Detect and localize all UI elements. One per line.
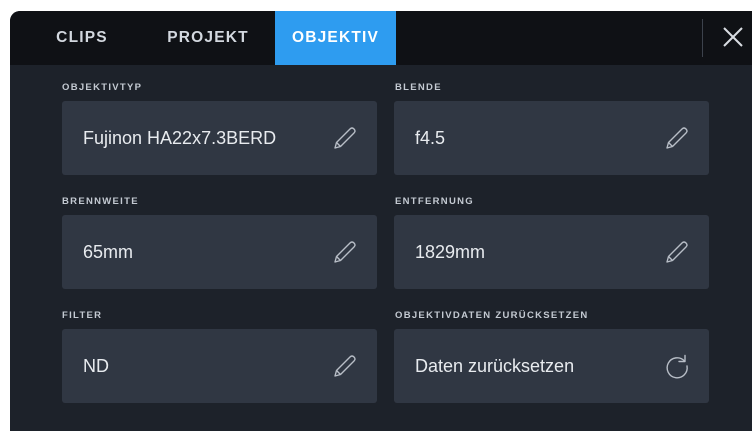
lens-settings-screen: CLIPS PROJEKT OBJEKTIV OBJEKTIVTYP Fujin… xyxy=(10,11,752,431)
filter-field[interactable]: ND xyxy=(62,329,377,403)
refresh-icon xyxy=(666,354,688,379)
filter-value: ND xyxy=(83,355,109,376)
tab-projekt[interactable]: PROJEKT xyxy=(150,11,266,65)
pencil-icon xyxy=(334,241,356,263)
focal-length-label: BRENNWEITE xyxy=(62,196,139,207)
lens-type-value: Fujinon HA22x7.3BERD xyxy=(83,127,277,148)
reset-lens-data-value: Daten zurücksetzen xyxy=(415,355,575,376)
pencil-icon xyxy=(334,127,356,149)
tab-objektiv[interactable]: OBJEKTIV xyxy=(275,11,396,65)
close-icon xyxy=(723,27,743,47)
reset-lens-data-label: OBJEKTIVDATEN ZURÜCKSETZEN xyxy=(395,310,589,321)
distance-value: 1829mm xyxy=(415,241,486,262)
focal-length-field[interactable]: 65mm xyxy=(62,215,377,289)
pencil-icon xyxy=(666,127,688,149)
focal-length-value: 65mm xyxy=(83,241,134,262)
reset-lens-data-button[interactable]: Daten zurücksetzen xyxy=(394,329,709,403)
filter-label: FILTER xyxy=(62,310,103,321)
lens-type-label: OBJEKTIVTYP xyxy=(62,82,143,93)
tab-clips[interactable]: CLIPS xyxy=(34,11,130,65)
pencil-icon xyxy=(666,241,688,263)
aperture-field[interactable]: f4.5 xyxy=(394,101,709,175)
aperture-label: BLENDE xyxy=(395,82,442,93)
distance-label: ENTFERNUNG xyxy=(395,196,474,207)
distance-field[interactable]: 1829mm xyxy=(394,215,709,289)
pencil-icon xyxy=(334,355,356,377)
close-button[interactable] xyxy=(718,22,748,52)
lens-type-field[interactable]: Fujinon HA22x7.3BERD xyxy=(62,101,377,175)
tab-bar-divider xyxy=(702,19,703,57)
tab-bar: CLIPS PROJEKT OBJEKTIV xyxy=(10,11,752,65)
aperture-value: f4.5 xyxy=(415,127,446,148)
